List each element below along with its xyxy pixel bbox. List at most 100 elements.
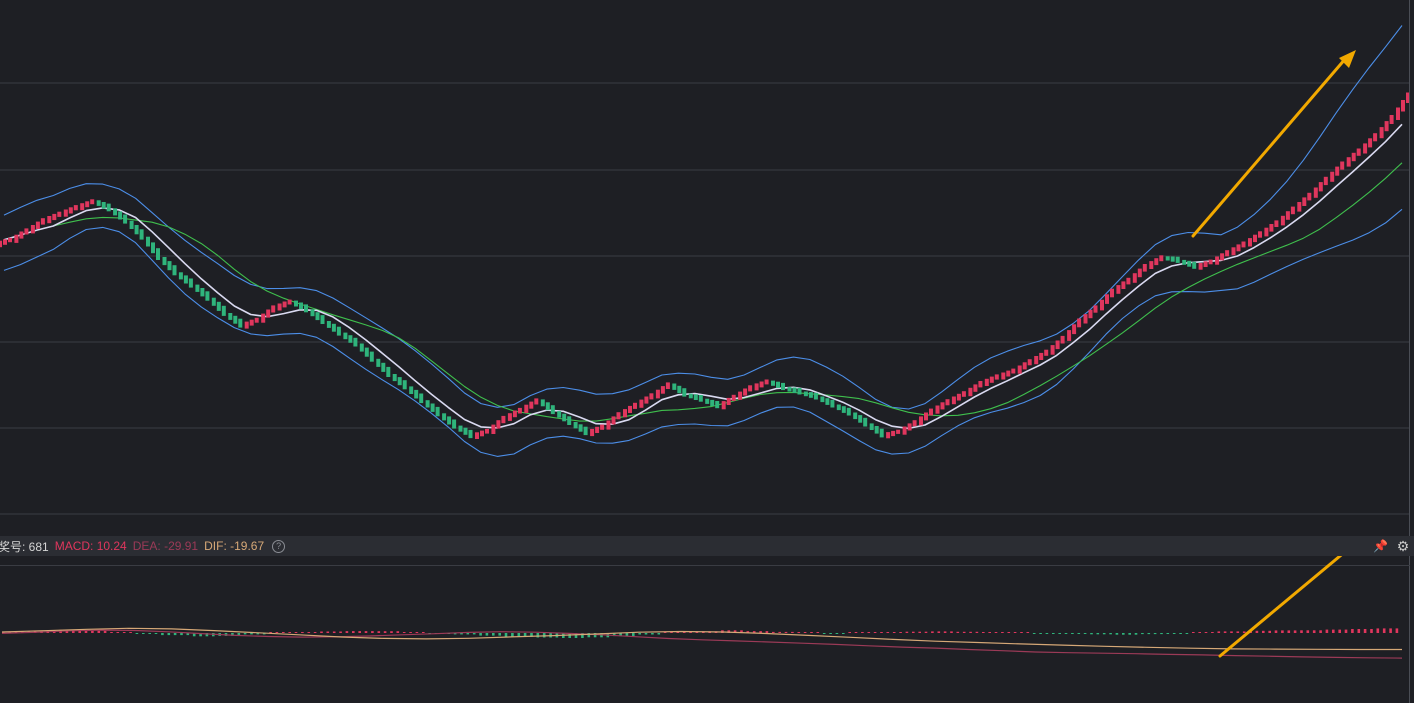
candle	[463, 427, 468, 435]
candle	[480, 430, 484, 437]
candle	[583, 426, 588, 436]
macd-bar	[651, 633, 654, 635]
candle	[1121, 281, 1126, 289]
macd-bar	[536, 633, 540, 638]
candle	[731, 394, 736, 401]
macd-bar	[383, 631, 387, 633]
candle	[343, 332, 348, 340]
candle	[524, 404, 529, 413]
candle	[623, 409, 627, 418]
candle	[545, 402, 550, 411]
candle	[705, 398, 710, 404]
candle	[1241, 241, 1246, 248]
pin-icon[interactable]: 📌	[1373, 539, 1388, 553]
candle	[216, 301, 221, 311]
candle	[1027, 359, 1032, 366]
candle	[299, 302, 303, 310]
candle	[40, 218, 45, 225]
macd-bar	[816, 632, 820, 633]
candle	[1318, 182, 1323, 192]
candle	[863, 417, 868, 427]
candle	[830, 399, 835, 408]
candle	[825, 398, 830, 405]
price-chart[interactable]	[0, 0, 1410, 516]
macd-bar	[1020, 632, 1023, 633]
candle	[616, 412, 621, 420]
candle	[534, 398, 539, 405]
macd-bar	[1262, 630, 1265, 633]
candle	[188, 278, 193, 288]
candle	[989, 376, 994, 383]
macd-bar	[1096, 633, 1100, 635]
macd-bar	[880, 632, 883, 633]
candle	[167, 261, 172, 271]
macd-bar	[103, 630, 107, 633]
candle	[19, 231, 24, 239]
macd-bar	[765, 631, 769, 633]
bollinger-lower	[3, 208, 1403, 457]
candle	[30, 225, 35, 234]
macd-bar	[1211, 632, 1214, 633]
macd-bar	[943, 631, 947, 633]
candle	[808, 392, 813, 398]
macd-bar	[988, 632, 991, 633]
candle	[879, 428, 884, 438]
macd-bar	[492, 633, 495, 636]
macd-trend-arrow	[1218, 556, 1343, 658]
macd-bar	[1172, 633, 1176, 634]
candle	[1363, 143, 1368, 154]
candle	[550, 405, 555, 415]
candle	[1356, 148, 1361, 156]
macd-bar	[1236, 631, 1240, 633]
macd-bar	[1230, 631, 1233, 633]
candle	[803, 391, 808, 397]
macd-bar	[180, 633, 183, 636]
candle	[1187, 260, 1192, 267]
macd-bar	[135, 633, 139, 634]
candle	[1034, 356, 1039, 365]
macd-bar	[994, 632, 998, 633]
candle	[1340, 161, 1345, 170]
candle	[24, 228, 29, 235]
candle	[1072, 324, 1077, 335]
macd-bar	[1102, 633, 1106, 635]
help-icon[interactable]: ?	[272, 539, 286, 553]
trend-arrow-shaft	[1191, 56, 1348, 238]
candle	[271, 305, 276, 313]
candle	[846, 407, 851, 416]
macd-bar	[1032, 633, 1036, 634]
candle	[458, 425, 463, 432]
candle	[496, 420, 501, 429]
indicator-bar: 奖号: 681 MACD: 10.24 DEA: -29.91 DIF: -19…	[0, 536, 1414, 556]
candle	[1215, 256, 1220, 265]
candle	[1105, 294, 1109, 304]
macd-bar	[867, 632, 871, 633]
candle	[475, 432, 479, 439]
candle	[1396, 107, 1400, 120]
macd-bar	[1052, 633, 1055, 634]
candle	[929, 408, 933, 416]
candle	[178, 272, 183, 280]
macd-bar	[829, 633, 832, 634]
macd-bar	[1198, 632, 1201, 633]
candle	[715, 401, 720, 409]
candle	[754, 383, 759, 391]
dif-line	[1, 627, 1402, 651]
candle	[820, 396, 825, 403]
candle	[633, 402, 637, 409]
candle	[1198, 263, 1203, 270]
macd-bar	[320, 631, 323, 633]
macd-chart[interactable]	[0, 556, 1410, 703]
macd-bar	[931, 631, 934, 633]
candle	[748, 385, 753, 392]
macd-bar	[485, 633, 489, 636]
candle	[101, 202, 106, 209]
candle	[672, 383, 677, 390]
gear-icon[interactable]: ⚙	[1396, 539, 1410, 553]
macd-bar	[1166, 633, 1170, 634]
candle	[1258, 231, 1262, 238]
candle	[447, 416, 452, 425]
candle	[726, 397, 731, 405]
candle	[1346, 157, 1351, 167]
macd-bar	[396, 631, 400, 633]
